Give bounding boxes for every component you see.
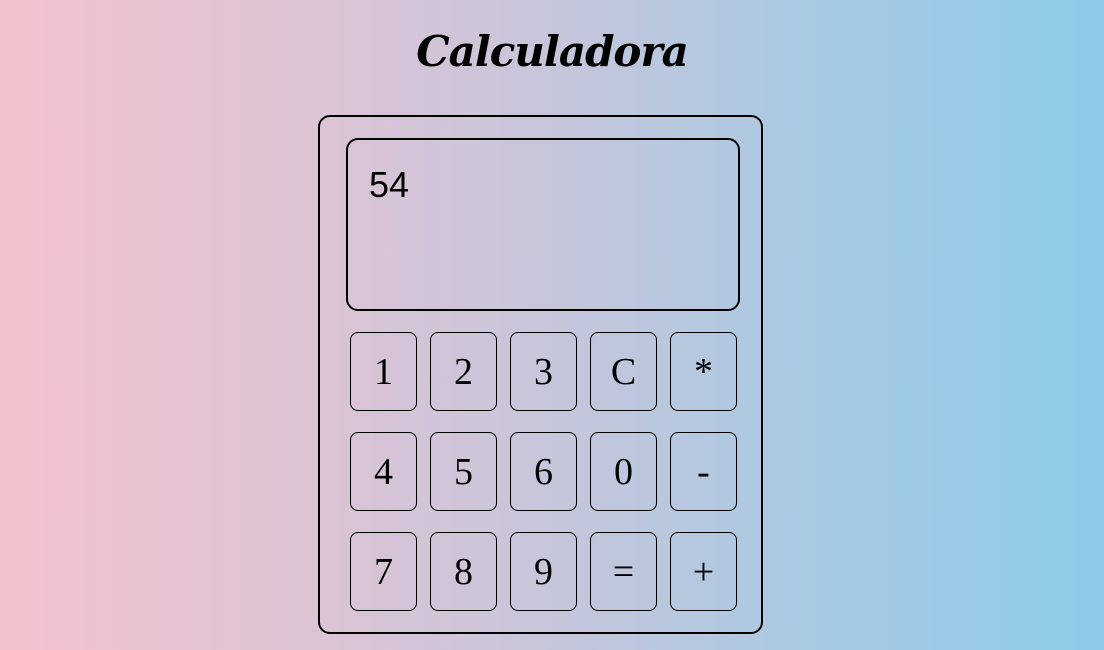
key-9-button[interactable]: 9: [510, 532, 577, 611]
calculator-body: 54 1 2 3 C * 4 5 6 0 - 7 8 9 = +: [318, 115, 763, 634]
multiply-button[interactable]: *: [670, 332, 737, 411]
clear-button[interactable]: C: [590, 332, 657, 411]
key-8-button[interactable]: 8: [430, 532, 497, 611]
subtract-button[interactable]: -: [670, 432, 737, 511]
key-0-button[interactable]: 0: [590, 432, 657, 511]
key-5-button[interactable]: 5: [430, 432, 497, 511]
key-7-button[interactable]: 7: [350, 532, 417, 611]
add-button[interactable]: +: [670, 532, 737, 611]
key-4-button[interactable]: 4: [350, 432, 417, 511]
key-2-button[interactable]: 2: [430, 332, 497, 411]
key-1-button[interactable]: 1: [350, 332, 417, 411]
calculator-display: 54: [346, 138, 740, 311]
key-3-button[interactable]: 3: [510, 332, 577, 411]
page-title: Calculadora: [416, 27, 689, 76]
key-6-button[interactable]: 6: [510, 432, 577, 511]
equals-button[interactable]: =: [590, 532, 657, 611]
